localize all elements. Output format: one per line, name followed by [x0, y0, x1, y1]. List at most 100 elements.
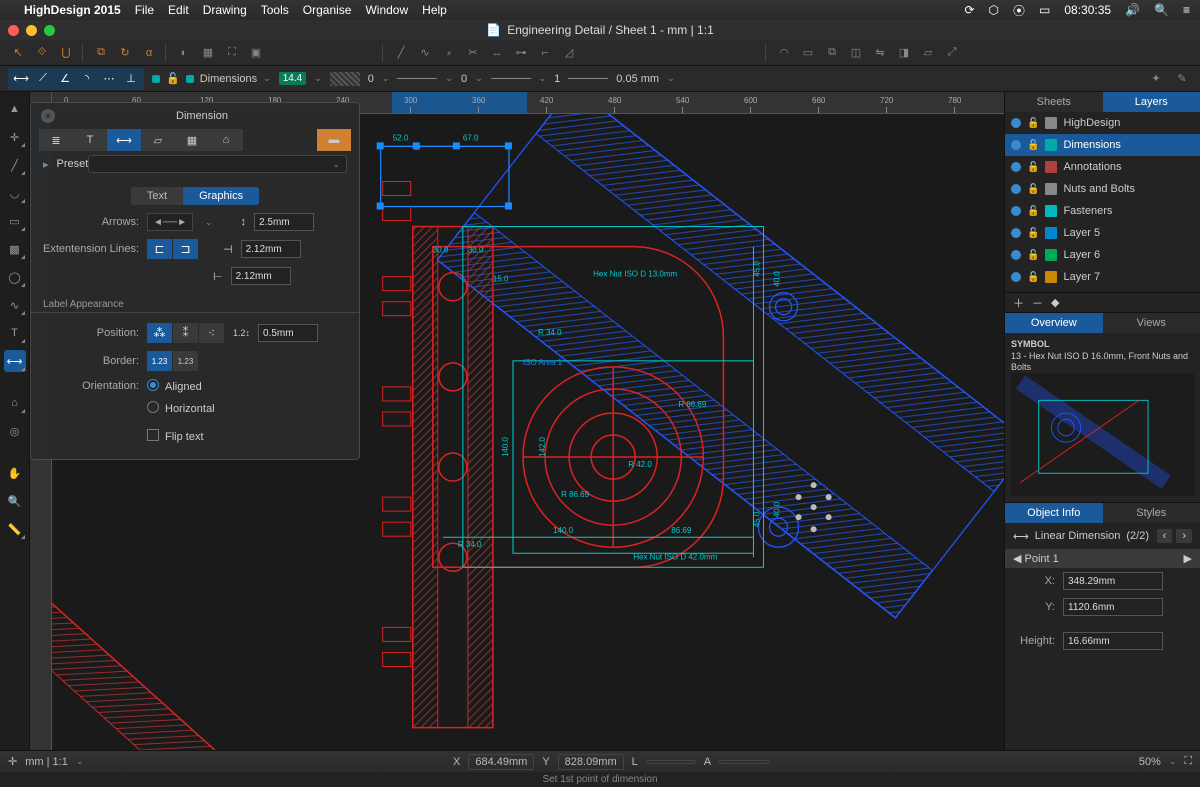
ext-right-toggle[interactable]: ⊐ — [173, 239, 199, 259]
measure-tool[interactable]: 📏 — [4, 518, 26, 540]
alpha-icon[interactable]: α — [139, 44, 159, 62]
grid-icon[interactable]: ▦ — [198, 44, 218, 62]
layer-selector[interactable]: 🔓 Dimensions ⌄ — [152, 72, 271, 85]
zoom-window-button[interactable] — [44, 25, 55, 36]
dim-angular-icon[interactable]: ∠ — [55, 70, 75, 88]
point1-heading[interactable]: Point 1 — [1025, 553, 1059, 565]
layer-lock-icon[interactable]: 🔓 — [1027, 118, 1039, 129]
layer-lock-icon[interactable]: 🔓 — [1027, 184, 1039, 195]
layer-row[interactable]: 🔓 Nuts and Bolts — [1005, 178, 1200, 200]
zoom-readout[interactable]: 50% — [1139, 756, 1161, 768]
arrow-up-icon[interactable]: ↖ — [8, 44, 28, 62]
break-icon[interactable]: ⸗ — [439, 44, 459, 62]
units-readout[interactable]: mm | 1:1 — [25, 756, 68, 768]
menu-window[interactable]: Window — [365, 3, 408, 17]
pos-center-toggle[interactable]: ⁑ — [173, 323, 199, 343]
val-0[interactable]: 0 — [368, 73, 374, 85]
lineweight-preview[interactable] — [568, 78, 608, 79]
chamfer-icon[interactable]: ◿ — [559, 44, 579, 62]
coord-mode-icon[interactable]: ✛ — [8, 755, 17, 768]
minimize-window-button[interactable] — [26, 25, 37, 36]
layer-color-swatch[interactable] — [1045, 227, 1057, 239]
polyline-icon[interactable]: ∿ — [415, 44, 435, 62]
menu-organise[interactable]: Organise — [303, 3, 352, 17]
remove-layer-button[interactable]: － — [1032, 295, 1043, 311]
layer-lock-icon[interactable]: 🔓 — [1027, 228, 1039, 239]
layer-lock-icon[interactable]: 🔓 — [1027, 162, 1039, 173]
layer-row[interactable]: 🔓 Layer 7 — [1005, 266, 1200, 288]
copy-paste-icon[interactable]: ⧉ — [91, 44, 111, 62]
battery-icon[interactable]: ▭ — [1039, 3, 1050, 17]
props-pen-icon[interactable]: ✎ — [1172, 70, 1192, 88]
border-box-toggle[interactable]: 1.23 — [173, 351, 199, 371]
overview-preview[interactable] — [1011, 373, 1194, 496]
add-layer-button[interactable]: ＋ — [1013, 295, 1024, 311]
layer-visibility-toggle[interactable] — [1011, 272, 1021, 282]
rect-tool[interactable]: ▭ — [4, 210, 26, 232]
wifi-icon[interactable]: ⦿ — [1013, 2, 1025, 19]
layer-options-icon[interactable]: ◆ — [1051, 296, 1059, 309]
close-inspector-button[interactable]: ✕ — [41, 109, 55, 123]
position-input[interactable] — [258, 324, 318, 342]
layer-row[interactable]: 🔓 Layer 5 — [1005, 222, 1200, 244]
text-tool[interactable]: T — [4, 322, 26, 344]
zoom-tool[interactable]: 🔍 — [4, 490, 26, 512]
menu-drawing[interactable]: Drawing — [203, 3, 247, 17]
menu-file[interactable]: File — [135, 3, 154, 17]
layer-color-swatch[interactable] — [1045, 249, 1057, 261]
line-icon[interactable]: ╱ — [391, 44, 411, 62]
layer-row[interactable]: 🔓 Fasteners — [1005, 200, 1200, 222]
layer-color-swatch[interactable] — [1045, 139, 1057, 151]
layer-visibility-toggle[interactable] — [1011, 250, 1021, 260]
orient-horizontal-radio[interactable]: Horizontal — [147, 401, 215, 415]
tab-object-info[interactable]: Object Info — [1005, 503, 1103, 523]
layer-color-swatch[interactable] — [1045, 205, 1057, 217]
layer-color-swatch[interactable] — [1045, 117, 1057, 129]
tab-layers[interactable]: Layers — [1103, 92, 1200, 112]
ext-left-toggle[interactable]: ⊏ — [147, 239, 173, 259]
offset-icon[interactable]: ◨ — [894, 44, 914, 62]
ptab-hatch-icon[interactable]: ▦ — [175, 129, 209, 151]
layer-visibility-toggle[interactable] — [1011, 228, 1021, 238]
next-point-button[interactable]: ▶ — [1184, 552, 1192, 565]
contrast-icon[interactable]: ◐ — [174, 44, 194, 62]
arrow-size-input[interactable] — [254, 213, 314, 231]
pan-tool[interactable]: ✋ — [4, 462, 26, 484]
seg-text[interactable]: Text — [131, 187, 183, 205]
trim-icon[interactable]: ✂ — [463, 44, 483, 62]
menu-edit[interactable]: Edit — [168, 3, 189, 17]
arrow-style-selector[interactable]: ◄──► — [147, 213, 193, 231]
crop-icon[interactable]: ⛶ — [222, 44, 242, 62]
layer-lock-icon[interactable]: 🔓 — [1027, 140, 1039, 151]
line-tool[interactable]: ╱ — [4, 154, 26, 176]
dim-radius-icon[interactable]: ◝ — [77, 70, 97, 88]
tab-sheets[interactable]: Sheets — [1005, 92, 1103, 112]
detail-tool[interactable]: ◎ — [4, 420, 26, 442]
seg-graphics[interactable]: Graphics — [183, 187, 259, 205]
preset-selector[interactable]: ⌄ — [88, 155, 347, 173]
hatch-tool[interactable]: ▩ — [4, 238, 26, 260]
dup-icon[interactable]: ⧉ — [822, 44, 842, 62]
layer-visibility-toggle[interactable] — [1011, 140, 1021, 150]
join-icon[interactable]: ⊶ — [511, 44, 531, 62]
magnet-icon[interactable]: ⋃ — [56, 44, 76, 62]
marker-tool[interactable]: ✛ — [4, 126, 26, 148]
spline-tool[interactable]: ∿ — [4, 294, 26, 316]
menu-extras-icon[interactable]: ≡ — [1183, 3, 1190, 17]
dim-chain-icon[interactable]: ⋯ — [99, 70, 119, 88]
fit-icon[interactable]: ⛶ — [1184, 755, 1192, 768]
dimension-tool[interactable]: ⟷ — [4, 350, 26, 372]
layer-row[interactable]: 🔓 HighDesign — [1005, 112, 1200, 134]
menu-tools[interactable]: Tools — [261, 3, 289, 17]
sync-icon[interactable]: ⟳ — [964, 3, 974, 17]
rect-icon[interactable]: ▭ — [798, 44, 818, 62]
screenshot-icon[interactable]: ▣ — [246, 44, 266, 62]
scale-icon[interactable]: ⤢ — [942, 44, 962, 62]
ptab-dimension-icon[interactable]: ⟷ — [107, 129, 141, 151]
rotate-icon[interactable]: ↻ — [115, 44, 135, 62]
x-input[interactable] — [1063, 572, 1163, 590]
spotlight-icon[interactable]: 🔍 — [1154, 3, 1169, 17]
overlap-icon[interactable]: ◫ — [846, 44, 866, 62]
zoom-menu-icon[interactable]: ⌄ — [1169, 756, 1177, 767]
match-icon[interactable]: ⟐ — [32, 44, 52, 62]
